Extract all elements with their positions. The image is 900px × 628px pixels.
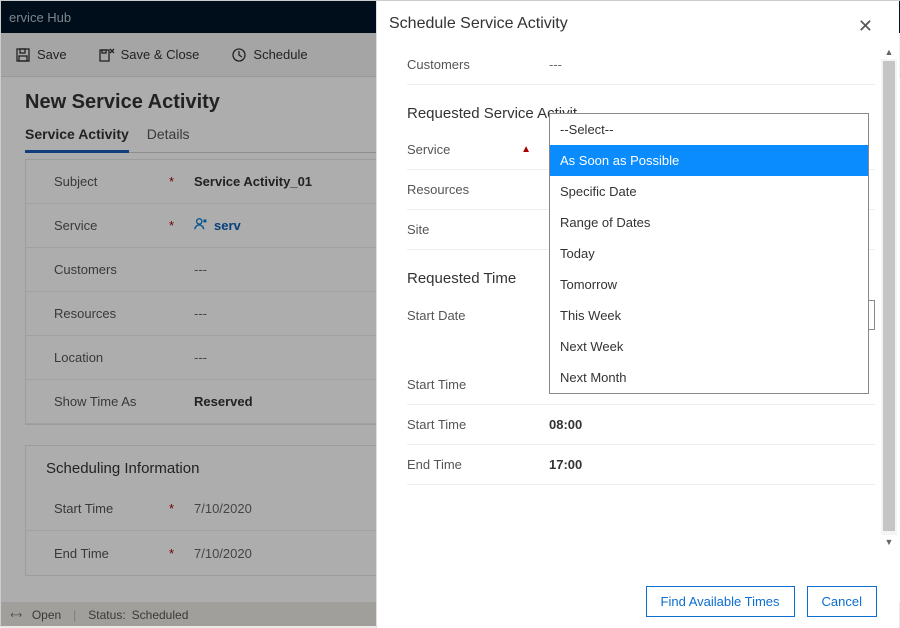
schedule-panel: Schedule Service Activity ✕ Customers --… xyxy=(376,1,899,628)
panel-endtime-value: 17:00 xyxy=(549,457,582,472)
dropdown-option[interactable]: Next Month xyxy=(550,362,868,393)
panel-site-label: Site xyxy=(407,222,429,237)
dropdown-option[interactable]: Tomorrow xyxy=(550,269,868,300)
panel-field-customers[interactable]: Customers --- xyxy=(407,45,875,85)
required-icon: ▲ xyxy=(521,144,531,155)
close-button[interactable]: ✕ xyxy=(852,15,879,37)
scroll-up-arrow[interactable]: ▲ xyxy=(881,45,897,59)
panel-starttime2-value: 08:00 xyxy=(549,417,582,432)
panel-title: Schedule Service Activity xyxy=(389,15,568,33)
panel-resources-label: Resources xyxy=(407,182,469,197)
panel-footer: Find Available Times Cancel xyxy=(377,574,899,628)
panel-endtime-label: End Time xyxy=(407,457,462,472)
startdate-dropdown: --Select--As Soon as PossibleSpecific Da… xyxy=(549,113,869,394)
dropdown-option[interactable]: As Soon as Possible xyxy=(550,145,868,176)
scrollbar-thumb[interactable] xyxy=(883,61,895,531)
scroll-down-arrow[interactable]: ▼ xyxy=(881,535,897,549)
dropdown-option[interactable]: This Week xyxy=(550,300,868,331)
panel-service-label: Service xyxy=(407,142,450,157)
dropdown-option[interactable]: Range of Dates xyxy=(550,207,868,238)
dropdown-option[interactable]: Specific Date xyxy=(550,176,868,207)
dropdown-option[interactable]: Today xyxy=(550,238,868,269)
panel-starttime1-label: Start Time xyxy=(407,377,466,392)
dropdown-option[interactable]: Next Week xyxy=(550,331,868,362)
panel-startdate-label: Start Date xyxy=(407,308,466,323)
panel-starttime2-label: Start Time xyxy=(407,417,466,432)
find-available-times-button[interactable]: Find Available Times xyxy=(646,586,795,617)
panel-field-starttime[interactable]: Start Time 08:00 xyxy=(407,405,875,445)
cancel-button[interactable]: Cancel xyxy=(807,586,877,617)
dropdown-option[interactable]: --Select-- xyxy=(550,114,868,145)
panel-customers-value: --- xyxy=(549,57,562,72)
panel-scrollbar[interactable]: ▲ ▼ xyxy=(881,59,897,535)
panel-customers-label: Customers xyxy=(407,57,470,72)
panel-field-endtime[interactable]: End Time 17:00 xyxy=(407,445,875,485)
